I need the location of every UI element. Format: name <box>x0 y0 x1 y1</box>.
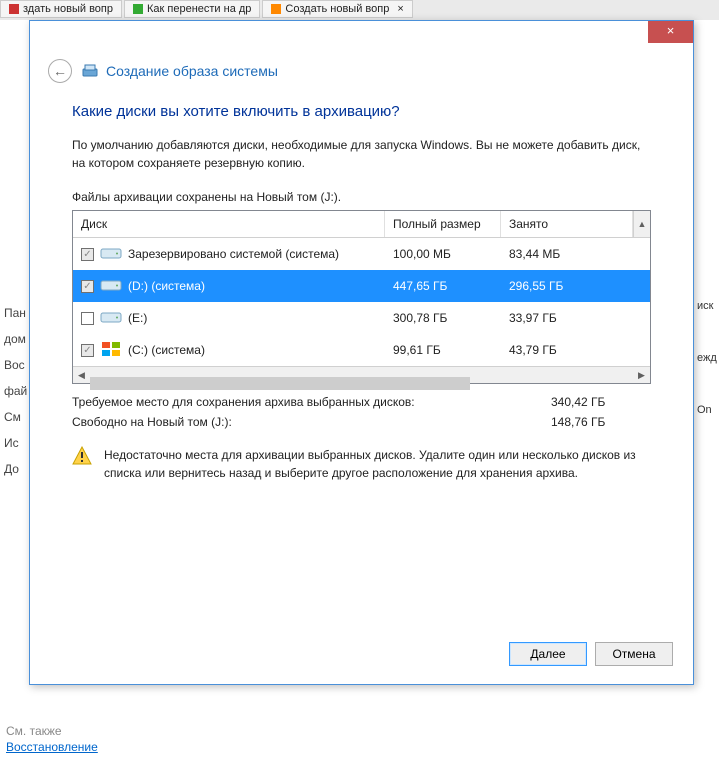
browser-tabstrip: здать новый вопр Как перенести на др Созда… <box>0 0 719 20</box>
description-text: По умолчанию добавляются диски, необходи… <box>72 136 651 172</box>
required-space-value: 340,42 ГБ <box>551 395 651 409</box>
bg-fragment: См <box>0 404 31 430</box>
bg-fragment: ежд <box>697 332 719 384</box>
next-button[interactable]: Далее <box>509 642 587 666</box>
question-heading: Какие диски вы хотите включить в архивац… <box>72 103 651 120</box>
table-body: ✓ Зарезервировано системой (система) 100,0… <box>73 238 650 366</box>
table-header: Диск Полный размер Занято ▲ <box>73 211 650 238</box>
warning-text: Недостаточно места для архивации выбранн… <box>104 446 651 482</box>
table-row[interactable]: ✓ Зарезервировано системой (система) 100,0… <box>73 238 650 270</box>
system-image-icon <box>82 63 98 79</box>
dialog-buttons: Далее Отмена <box>509 642 673 666</box>
row-checkbox: ✓ <box>81 248 94 261</box>
tab-favicon-icon <box>271 4 281 14</box>
col-used[interactable]: Занято <box>501 211 633 237</box>
free-space-value: 148,76 ГБ <box>551 415 651 429</box>
titlebar: × <box>30 21 693 49</box>
warning-block: Недостаточно места для архивации выбранн… <box>72 446 651 482</box>
drive-icon <box>100 245 122 264</box>
cancel-button[interactable]: Отмена <box>595 642 673 666</box>
save-location-text: Файлы архивации сохранены на Новый том (… <box>72 190 651 204</box>
drive-icon <box>100 277 122 296</box>
windows-icon <box>100 341 122 360</box>
browser-tab[interactable]: Как перенести на др <box>124 0 260 18</box>
vscroll-up-icon[interactable]: ▲ <box>633 211 650 237</box>
disk-label: (E:) <box>128 311 147 325</box>
drive-icon <box>100 309 122 328</box>
close-button[interactable]: × <box>648 21 693 43</box>
bg-fragment: До <box>0 456 31 482</box>
see-also-label: См. также <box>6 724 62 738</box>
dialog-title-text: Создание образа системы <box>106 63 278 79</box>
browser-tab[interactable]: Создать новый вопр × <box>262 0 412 18</box>
disk-label: (D:) (система) <box>128 279 205 293</box>
right-fragment-text: искеждOn <box>697 280 719 436</box>
tab-label: здать новый вопр <box>23 3 113 15</box>
table-row[interactable]: ✓ (D:) (система) 447,65 ГБ296,55 ГБ <box>73 270 650 302</box>
system-image-dialog: × ← Создание образа системы Какие диски … <box>29 20 694 685</box>
bg-fragment: фай <box>0 378 31 404</box>
disk-used: 33,97 ГБ <box>501 311 650 325</box>
hscroll-left-icon[interactable]: ◀ <box>73 367 90 384</box>
summary: Требуемое место для сохранения архива вы… <box>72 392 651 432</box>
disk-label: (C:) (система) <box>128 343 205 357</box>
bg-fragment: Вос <box>0 352 31 378</box>
bg-fragment: On <box>697 384 719 436</box>
back-button[interactable]: ← <box>48 59 72 83</box>
table-row[interactable]: (E:) 300,78 ГБ33,97 ГБ <box>73 302 650 334</box>
disk-size: 100,00 МБ <box>385 247 501 261</box>
col-size[interactable]: Полный размер <box>385 211 501 237</box>
tab-label: Как перенести на др <box>147 3 251 15</box>
hscroll-thumb[interactable] <box>90 377 470 390</box>
required-space-label: Требуемое место для сохранения архива вы… <box>72 395 551 409</box>
disk-size: 447,65 ГБ <box>385 279 501 293</box>
disk-size: 300,78 ГБ <box>385 311 501 325</box>
left-fragment-text: ПандомВосфайСмИсДо <box>0 300 31 482</box>
bg-fragment: дом <box>0 326 31 352</box>
table-row[interactable]: ✓ (C:) (система) 99,61 ГБ43,79 ГБ <box>73 334 650 366</box>
disk-used: 296,55 ГБ <box>501 279 650 293</box>
row-checkbox[interactable] <box>81 312 94 325</box>
horizontal-scrollbar[interactable]: ◀ ▶ <box>73 366 650 383</box>
recovery-link[interactable]: Восстановление <box>6 740 98 754</box>
dialog-content: Какие диски вы хотите включить в архивац… <box>30 89 693 482</box>
row-checkbox: ✓ <box>81 280 94 293</box>
dialog-title: Создание образа системы <box>82 63 278 79</box>
row-checkbox: ✓ <box>81 344 94 357</box>
col-disk[interactable]: Диск <box>73 211 385 237</box>
bg-fragment: Пан <box>0 300 31 326</box>
dialog-header: ← Создание образа системы <box>30 49 693 89</box>
tab-close-icon[interactable]: × <box>397 3 403 15</box>
tab-favicon-icon <box>9 4 19 14</box>
tab-favicon-icon <box>133 4 143 14</box>
browser-tab[interactable]: здать новый вопр <box>0 0 122 18</box>
warning-icon <box>72 446 92 466</box>
free-space-label: Свободно на Новый том (J:): <box>72 415 551 429</box>
disk-label: Зарезервировано системой (система) <box>128 247 339 261</box>
bg-fragment: иск <box>697 280 719 332</box>
disk-used: 83,44 МБ <box>501 247 650 261</box>
disk-table: Диск Полный размер Занято ▲ ✓ Зарезервиро… <box>72 210 651 384</box>
bg-fragment: Ис <box>0 430 31 456</box>
disk-size: 99,61 ГБ <box>385 343 501 357</box>
disk-used: 43,79 ГБ <box>501 343 650 357</box>
hscroll-right-icon[interactable]: ▶ <box>633 367 650 384</box>
back-arrow-icon: ← <box>53 63 67 79</box>
tab-label: Создать новый вопр <box>285 3 389 15</box>
